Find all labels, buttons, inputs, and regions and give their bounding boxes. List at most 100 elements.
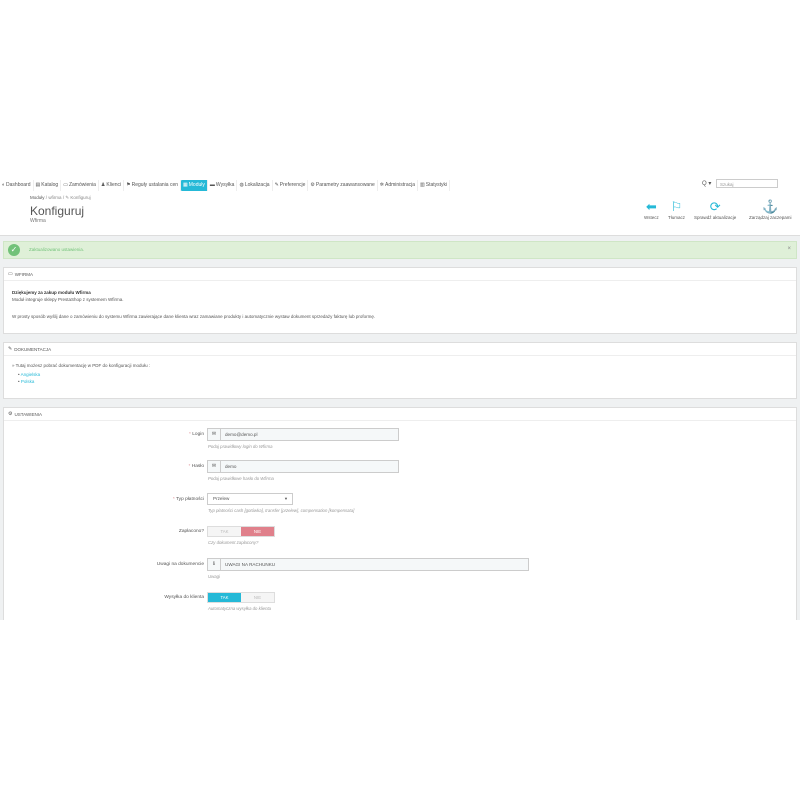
nav-item-label: Wysyłka — [215, 182, 235, 188]
list-item: • Polska — [18, 379, 35, 384]
info-icon: ℹ — [208, 559, 221, 570]
breadcrumb-modules[interactable]: Moduły — [30, 195, 45, 200]
nav-item-localization[interactable]: ◍ Lokalizacja — [237, 179, 273, 191]
list-item: • Angielska — [18, 372, 41, 377]
breadcrumb-configure: ✎ Konfiguruj — [65, 195, 91, 200]
modules-icon: ▦ — [183, 182, 188, 188]
nav-item-price-rules[interactable]: ⚑ Reguły ustalania cen — [124, 179, 182, 191]
notes-input[interactable]: UWAGI NA RACHUNKU — [221, 559, 528, 570]
nav-item-dashboard[interactable]: ◐ Dashboard — [0, 179, 34, 191]
nav-item-preferences[interactable]: ✎ Preferencje — [273, 179, 309, 191]
search-type-dropdown[interactable]: Q ▾ — [702, 180, 716, 187]
refresh-icon: ⟳ — [709, 199, 721, 214]
send-to-client-label: Wysyłka do klienta — [164, 595, 204, 600]
wfirma-panel-title: WFIRMA — [14, 271, 33, 277]
translate-icon: ⚐ — [670, 199, 683, 214]
breadcrumb: Moduły / wfirma / ✎ Konfiguruj — [30, 195, 91, 201]
notes-field[interactable]: ℹ UWAGI NA RACHUNKU — [207, 558, 529, 571]
pdf-english-link[interactable]: Angielska — [21, 372, 41, 377]
pencil-icon: ✎ — [8, 346, 13, 352]
close-icon[interactable]: × — [787, 246, 791, 252]
customers-icon: ♟ — [100, 182, 106, 188]
nav-item-label: Lokalizacja — [244, 182, 270, 188]
pdf-polish-link[interactable]: Polska — [21, 379, 35, 384]
page-title: Konfiguruj — [30, 204, 85, 218]
nav-item-label: Administracja — [384, 182, 415, 188]
back-label: Wstecz — [644, 215, 659, 220]
description-line-2: W prosty sposób wyślij dane o zamówieniu… — [12, 314, 376, 319]
nav-item-orders[interactable]: ▭ Zamówienia — [61, 179, 99, 191]
login-help: Podaj prawidłowy login do Wfirma — [208, 444, 273, 449]
wfirma-panel-header: ▭ WFIRMA — [4, 268, 796, 281]
dashboard-icon: ◐ — [2, 182, 6, 188]
password-field[interactable]: ✉ demo — [207, 460, 399, 473]
anchor-icon: ⚓ — [762, 199, 779, 214]
breadcrumb-wfirma[interactable]: wfirma — [48, 195, 61, 200]
nav-item-shipping[interactable]: ▬ Wysyłka — [208, 179, 238, 191]
payment-type-help: Typ płatności cash [gotówka], transfer [… — [208, 508, 355, 513]
settings-panel: ⚙ USTAWIENIA * Login ✉ demo@demo.pl Poda… — [3, 407, 797, 620]
paid-no-option[interactable]: NIE — [241, 527, 274, 536]
login-input[interactable]: demo@demo.pl — [221, 429, 398, 440]
back-icon: ⬅ — [645, 199, 657, 214]
translate-button[interactable]: ⚐ Tłumacz — [668, 199, 685, 220]
manage-hooks-label: Zarządzaj zaczepami — [749, 215, 792, 220]
search-input[interactable]: Szukaj — [716, 179, 778, 188]
check-icon: ✓ — [8, 244, 20, 256]
paid-yes-option[interactable]: TAK — [208, 527, 241, 536]
send-to-client-help: Automatyczna wysyłka do klienta — [208, 606, 272, 611]
payment-type-select[interactable]: Przelew ▼ — [207, 493, 293, 505]
send-yes-option[interactable]: TAK — [208, 593, 241, 602]
payment-type-value: Przelew — [213, 496, 230, 501]
nav-item-label: Klienci — [106, 182, 122, 188]
password-label: * Hasło — [188, 464, 204, 469]
advanced-params-icon: ⚙ — [310, 182, 315, 188]
envelope-icon: ✉ — [208, 429, 221, 440]
breadcrumb-separator: / — [62, 195, 65, 200]
send-to-client-switch[interactable]: TAK NIE — [207, 592, 275, 603]
nav-item-label: Dashboard — [6, 182, 31, 188]
notes-label: Uwagi na dokumencie — [156, 562, 204, 567]
manage-hooks-button[interactable]: ⚓ Zarządzaj zaczepami — [749, 199, 792, 220]
notes-help: Uwagi — [208, 574, 220, 579]
documentation-panel-header: ✎ DOKUMENTACJA — [4, 343, 796, 356]
payment-type-label: * Typ płatności — [172, 497, 204, 502]
alert-message: Zaktualizowano ustawienia. — [29, 247, 85, 252]
nav-item-label: Reguły ustalania cen — [131, 182, 179, 188]
top-navigation: ◐ Dashboard ▤ Katalog ▭ Zamówienia ♟ Klienci ⚑ Re… — [0, 175, 800, 195]
send-no-option[interactable]: NIE — [241, 593, 274, 602]
administration-icon: ✲ — [379, 182, 384, 188]
paid-switch[interactable]: TAK NIE — [207, 526, 275, 537]
nav-item-stats[interactable]: ▥ Statystyki — [418, 179, 451, 191]
preferences-icon: ✎ — [274, 182, 279, 188]
check-updates-button[interactable]: ⟳ Sprawdź aktualizacje — [694, 199, 736, 220]
page-header: Moduły / wfirma / ✎ Konfiguruj Konfiguru… — [0, 195, 800, 236]
nav-item-modules[interactable]: ▦ Moduły — [181, 179, 208, 191]
login-field[interactable]: ✉ demo@demo.pl — [207, 428, 399, 441]
success-alert: ✓ Zaktualizowano ustawienia. × — [3, 241, 797, 259]
nav-item-catalog[interactable]: ▤ Katalog — [34, 179, 62, 191]
nav-item-advanced-params[interactable]: ⚙ Parametry zaawansowane — [308, 179, 378, 191]
thanks-text: Dziękujemy za zakup modułu Wfirma — [12, 290, 91, 295]
shipping-icon: ▬ — [209, 182, 215, 188]
nav-item-administration[interactable]: ✲ Administracja — [378, 179, 418, 191]
stats-icon: ▥ — [420, 182, 425, 188]
documentation-intro: » Tutaj możesz pobrać dokumentację w PDF… — [12, 363, 151, 368]
price-rules-icon: ⚑ — [126, 182, 131, 188]
back-button[interactable]: ⬅ Wstecz — [644, 199, 659, 220]
password-input[interactable]: demo — [221, 461, 398, 472]
catalog-icon: ▤ — [35, 182, 41, 188]
paid-label: Zapłacono? — [178, 529, 204, 534]
wfirma-panel: ▭ WFIRMA Dziękujemy za zakup modułu Wfir… — [3, 267, 797, 334]
page-subtitle: Wfirma — [30, 218, 46, 224]
search-area: Q ▾ Szukaj — [702, 179, 778, 188]
card-icon: ▭ — [8, 271, 13, 277]
documentation-panel-title: DOKUMENTACJA — [14, 346, 52, 352]
nav-item-customers[interactable]: ♟ Klienci — [99, 179, 125, 191]
admin-screen: ◐ Dashboard ▤ Katalog ▭ Zamówienia ♟ Klienci ⚑ Re… — [0, 175, 800, 620]
paid-help: Czy dokument zapłacony? — [208, 540, 259, 545]
breadcrumb-separator: / — [45, 195, 48, 200]
nav-item-label: Statystyki — [425, 182, 448, 188]
nav-item-label: Preferencje — [279, 182, 306, 188]
nav-item-label: Parametry zaawansowane — [315, 182, 375, 188]
